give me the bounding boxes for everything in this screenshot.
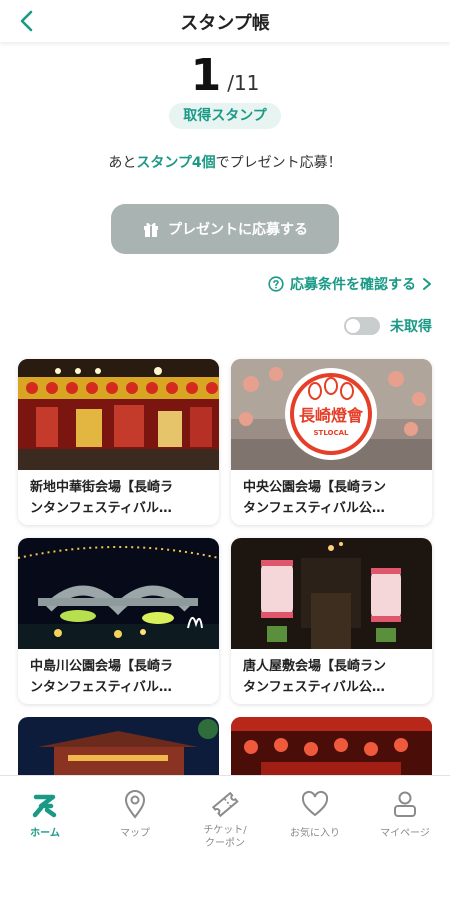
terms-link-label: 応募条件を確認する <box>290 277 416 293</box>
stamp-card[interactable]: 新地中華街会場【長崎ラ ンタンフェスティバル… <box>18 359 219 525</box>
apply-present-button[interactable]: プレゼントに応募する <box>111 204 339 254</box>
app-header: スタンプ帳 <box>0 0 450 42</box>
chevron-right-icon <box>423 278 431 290</box>
tab-map-label: マップ <box>120 828 150 839</box>
venue-photo <box>18 359 219 470</box>
heart-icon <box>301 790 329 817</box>
acquired-count: 1 <box>190 50 222 101</box>
venue-name-line1: 中島川公園会場【長崎ラ <box>30 659 174 674</box>
tab-ticket-label: チケット/ クーポン <box>203 825 247 849</box>
venue-photo <box>231 538 432 649</box>
tab-favorites[interactable]: お気に入り <box>270 788 360 839</box>
ticket-icon <box>211 791 239 818</box>
apply-present-label: プレゼントに応募する <box>168 222 308 238</box>
terms-link[interactable]: 応募条件を確認する <box>268 274 432 294</box>
home-s-icon <box>32 794 57 818</box>
tab-mypage[interactable]: マイページ <box>360 788 450 839</box>
tab-favorites-label: お気に入り <box>290 828 340 839</box>
unacquired-toggle-label: 未取得 <box>390 319 432 335</box>
remaining-highlight: スタンプ4個 <box>136 155 216 171</box>
tab-home-label: ホーム <box>30 828 60 839</box>
tab-home[interactable]: ホーム <box>0 788 90 839</box>
user-icon <box>394 791 416 817</box>
remaining-message: あとスタンプ4個でプレゼント応募！ <box>0 152 450 172</box>
venue-name-line2: タンフェスティバル公… <box>243 501 385 516</box>
venue-name-line2: ンタンフェスティバル… <box>30 501 172 516</box>
stamp-card[interactable]: 長崎燈會 STLOCAL 中央公園会場【長崎ラン タンフェスティバル公… <box>231 359 432 525</box>
venue-photo: 長崎燈會 STLOCAL <box>231 359 432 470</box>
stamp-card[interactable]: 唐人屋敷会場【長崎ラン タンフェスティバル公… <box>231 538 432 704</box>
tab-map[interactable]: マップ <box>90 788 180 839</box>
bottom-tab-bar: ホーム マップ チケット/ クーポン お気に入り マイページ <box>0 775 450 903</box>
venue-name-line1: 唐人屋敷会場【長崎ラン <box>243 659 387 674</box>
venue-name: 新地中華街会場【長崎ラ ンタンフェスティバル… <box>30 477 211 519</box>
venue-name: 唐人屋敷会場【長崎ラン タンフェスティバル公… <box>243 656 424 698</box>
remaining-suffix: でプレゼント応募！ <box>215 155 342 171</box>
venue-name-line2: ンタンフェスティバル… <box>30 680 172 695</box>
venue-name-line1: 新地中華街会場【長崎ラ <box>30 480 174 495</box>
map-pin-icon <box>124 790 146 819</box>
help-circle-icon <box>268 276 284 292</box>
venue-name: 中島川公園会場【長崎ラ ンタンフェスティバル… <box>30 656 211 698</box>
unacquired-filter: 未取得 <box>344 316 432 336</box>
gift-icon <box>144 222 158 237</box>
venue-name-line1: 中央公園会場【長崎ラン <box>243 480 387 495</box>
page-title: スタンプ帳 <box>180 13 270 34</box>
acquired-stamp-badge: 取得スタンプ <box>169 103 281 129</box>
venue-name: 中央公園会場【長崎ラン タンフェスティバル公… <box>243 477 424 519</box>
unacquired-toggle[interactable] <box>344 317 380 335</box>
stamp-subtext: STLOCAL <box>314 429 350 437</box>
total-count: /11 <box>227 71 260 95</box>
remaining-prefix: あと <box>108 155 137 171</box>
tab-mypage-label: マイページ <box>380 828 430 839</box>
toggle-knob <box>346 319 360 333</box>
stamp-text: 長崎燈會 <box>299 406 364 425</box>
stamp-card[interactable]: 中島川公園会場【長崎ラ ンタンフェスティバル… <box>18 538 219 704</box>
stamp-count: 1/11 <box>0 50 450 101</box>
tab-ticket-coupon[interactable]: チケット/ クーポン <box>180 788 270 850</box>
venue-name-line2: タンフェスティバル公… <box>243 680 385 695</box>
venue-photo <box>18 538 219 649</box>
